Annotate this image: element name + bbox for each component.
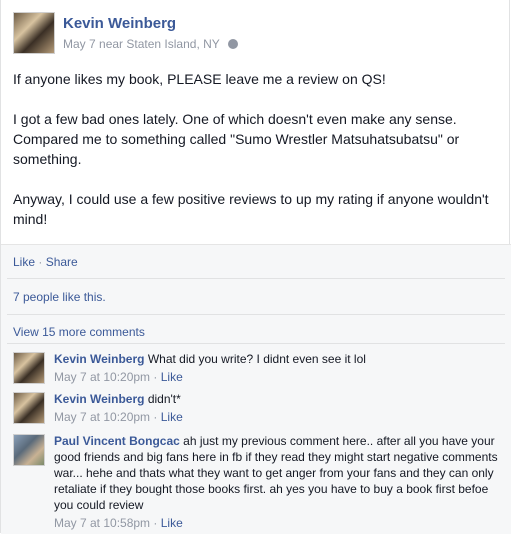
comment-text: What did you write? I didnt even see it … — [147, 352, 366, 366]
post-actions: Like · Share — [13, 255, 78, 269]
comment-body: Kevin Weinberg didn't* May 7 at 10:20pm … — [54, 391, 498, 425]
divider — [7, 278, 505, 279]
commenter-avatar[interactable] — [13, 352, 45, 384]
commenter-avatar[interactable] — [13, 392, 45, 424]
divider — [7, 314, 505, 315]
comment-meta: May 7 at 10:20pm · Like — [54, 409, 498, 425]
post-author-name[interactable]: Kevin Weinberg — [63, 15, 176, 32]
comment-meta: May 7 at 10:20pm · Like — [54, 369, 498, 385]
comment-meta-separator: · — [153, 410, 158, 424]
comment-author[interactable]: Kevin Weinberg — [54, 352, 144, 366]
view-more-comments-link[interactable]: View 15 more comments — [13, 325, 145, 339]
post-header: Kevin Weinberg May 7 near Staten Island,… — [13, 12, 493, 54]
divider — [7, 343, 505, 344]
location-prefix: near — [99, 37, 124, 51]
comment-time[interactable]: May 7 at 10:20pm — [54, 370, 150, 384]
post-location[interactable]: Staten Island, NY — [126, 37, 219, 51]
comment-meta: May 7 at 10:58pm · Like — [54, 515, 498, 531]
comment-body: Kevin Weinberg What did you write? I did… — [54, 351, 498, 385]
comment-text: didn't* — [147, 392, 181, 406]
action-separator: · — [38, 255, 43, 269]
comment-author[interactable]: Paul Vincent Bongcac — [54, 434, 180, 448]
comment-body: Paul Vincent Bongcac ah just my previous… — [54, 433, 498, 531]
comment-author[interactable]: Kevin Weinberg — [54, 392, 144, 406]
comment-like-link[interactable]: Like — [161, 370, 183, 384]
post-card: Kevin Weinberg May 7 near Staten Island,… — [0, 0, 511, 534]
post-meta: May 7 near Staten Island, NY — [63, 37, 238, 51]
likes-summary[interactable]: 7 people like this. — [13, 290, 106, 304]
like-link[interactable]: Like — [13, 255, 35, 269]
post-paragraph: If anyone likes my book, PLEASE leave me… — [13, 71, 386, 87]
comment-like-link[interactable]: Like — [161, 410, 183, 424]
comment-meta-separator: · — [153, 516, 158, 530]
post-date[interactable]: May 7 — [63, 37, 96, 51]
author-avatar[interactable] — [13, 12, 55, 54]
post-paragraph: I got a few bad ones lately. One of whic… — [13, 111, 460, 167]
comment-time[interactable]: May 7 at 10:20pm — [54, 410, 150, 424]
share-link[interactable]: Share — [46, 255, 78, 269]
comment-time[interactable]: May 7 at 10:58pm — [54, 516, 150, 530]
commenter-avatar[interactable] — [13, 434, 45, 466]
post-paragraph: Anyway, I could use a few positive revie… — [13, 191, 489, 227]
post-footer: Like · Share 7 people like this. View 15… — [1, 244, 511, 534]
post-body: If anyone likes my book, PLEASE leave me… — [13, 69, 499, 229]
comment-like-link[interactable]: Like — [161, 516, 183, 530]
comment-meta-separator: · — [153, 370, 158, 384]
globe-icon[interactable] — [227, 39, 238, 49]
